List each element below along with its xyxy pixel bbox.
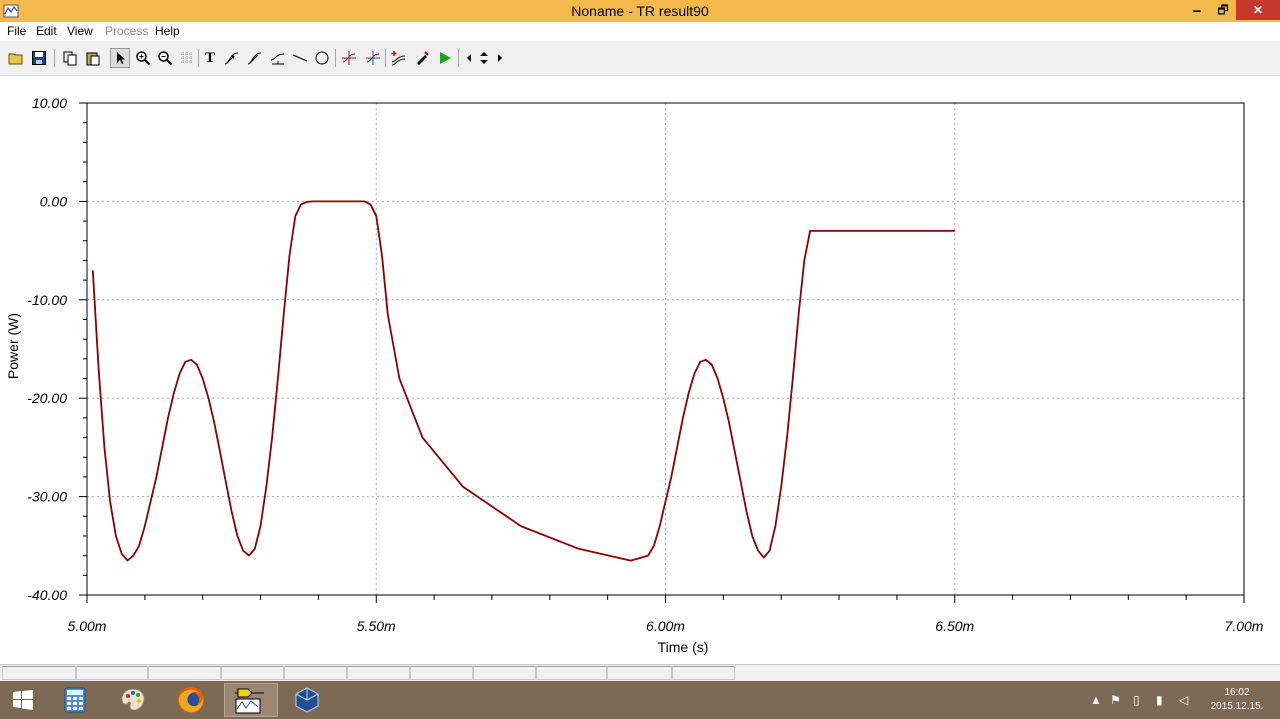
add-curve-icon[interactable] (389, 48, 409, 68)
arrow-left-icon[interactable] (462, 48, 476, 68)
x-tick-label: 7.00m (1225, 618, 1264, 634)
chart-series (91, 200, 955, 562)
menu-process[interactable]: Process (105, 24, 148, 38)
x-axis-ticks: 5.00m 5.50m 6.00m 6.50m 7.00m (68, 595, 1264, 634)
toolbar: T (0, 41, 1280, 76)
close-button[interactable]: ✕ (1236, 0, 1280, 20)
y-axis-ticks: 10.00 0.00 -10.00 -20.00 -30.00 -40.00 (27, 95, 87, 603)
action-center-flag-icon[interactable]: ⚑ (1110, 693, 1121, 707)
y-axis-label: Power (W) (5, 313, 21, 379)
power-chart[interactable]: 5.00m 5.50m 6.00m 6.50m 7.00m 10.00 0.00 -10.0… (0, 76, 1280, 664)
grid-icon[interactable] (177, 48, 197, 68)
line-icon[interactable] (290, 48, 310, 68)
status-cell (221, 666, 284, 680)
y-tick-label: 0.00 (40, 193, 67, 209)
curve-label-icon[interactable] (222, 48, 242, 68)
x-axis-label: Time (s) (658, 639, 709, 655)
y-tick-label: -40.00 (27, 587, 67, 603)
status-cell (473, 666, 536, 680)
menu-bar: File Edit View Process Help (0, 22, 1280, 41)
title-bar: Noname - TR result90 🗕 🗗 ✕ (0, 0, 1280, 22)
window-title: Noname - TR result90 (571, 3, 709, 19)
toolbar-separator (458, 49, 459, 67)
status-cell (2, 666, 76, 680)
open-icon[interactable] (6, 48, 26, 68)
start-button[interactable] (0, 683, 46, 717)
y-tick-label: -20.00 (27, 390, 67, 406)
clock-date: 2015.12.15. (1210, 701, 1264, 712)
y-tick-label: 10.00 (32, 95, 67, 111)
save-icon[interactable] (29, 48, 49, 68)
taskbar: ▲ ⚑ ▯ ▮ ◁ (0, 681, 1280, 719)
calculator-app[interactable] (48, 683, 102, 717)
power-icon[interactable]: ▯ (1133, 693, 1140, 707)
cursor-a-icon[interactable] (339, 48, 359, 68)
y-tick-label: -10.00 (27, 292, 67, 308)
run-icon[interactable] (435, 48, 455, 68)
status-cell (76, 666, 148, 680)
status-cell (607, 666, 672, 680)
firefox-icon (178, 687, 204, 713)
paste-icon[interactable] (83, 48, 103, 68)
x-tick-label: 5.50m (357, 618, 396, 634)
maximize-button[interactable]: 🗗 (1210, 0, 1236, 20)
power-series-line (91, 200, 955, 562)
virtualbox-icon (295, 687, 319, 713)
menu-view[interactable]: View (67, 24, 93, 38)
arrow-updown-icon[interactable] (476, 48, 492, 68)
copy-icon[interactable] (60, 48, 80, 68)
tina-icon (235, 688, 264, 714)
tina-app[interactable] (224, 683, 278, 717)
zoom-in-icon[interactable] (133, 48, 153, 68)
x-tick-label: 6.00m (646, 618, 685, 634)
windows-logo-icon (13, 690, 33, 710)
clock-time: 16:02 (1224, 687, 1250, 698)
network-signal-icon[interactable]: ▮ (1156, 693, 1163, 707)
tray-expand-icon[interactable]: ▲ (1090, 693, 1102, 707)
paint-app[interactable] (106, 683, 160, 717)
status-cell (347, 666, 410, 680)
toolbar-separator (335, 49, 336, 67)
pen-icon[interactable] (412, 48, 432, 68)
plot-area[interactable]: 5.00m 5.50m 6.00m 6.50m 7.00m 10.00 0.00 -10.0… (0, 76, 1280, 664)
virtualbox-app[interactable] (280, 683, 334, 717)
text-icon[interactable]: T (200, 48, 220, 68)
minimize-button[interactable]: 🗕 (1184, 0, 1210, 20)
calculator-icon (64, 687, 86, 713)
curve-label-2-icon[interactable] (245, 48, 265, 68)
status-bar (0, 664, 1280, 682)
menu-edit[interactable]: Edit (36, 24, 57, 38)
status-cell (536, 666, 607, 680)
toolbar-separator (54, 49, 55, 67)
zoom-out-icon[interactable] (155, 48, 175, 68)
y-tick-label: -30.00 (27, 489, 67, 505)
menu-file[interactable]: File (7, 24, 26, 38)
status-cell (148, 666, 221, 680)
x-tick-label: 5.00m (68, 618, 107, 634)
x-tick-label: 6.50m (935, 618, 974, 634)
menu-help[interactable]: Help (155, 24, 180, 38)
cursor-b-icon[interactable] (363, 48, 383, 68)
status-cell (410, 666, 473, 680)
curve-label-3-icon[interactable] (268, 48, 288, 68)
volume-icon[interactable]: ◁ (1179, 693, 1188, 707)
arrow-right-icon[interactable] (493, 48, 507, 68)
firefox-app[interactable] (164, 683, 218, 717)
toolbar-separator (385, 49, 386, 67)
toolbar-separator (198, 49, 199, 67)
pointer-icon[interactable] (110, 48, 130, 68)
status-cell (672, 666, 735, 680)
circle-icon[interactable] (312, 48, 332, 68)
status-cell (284, 666, 347, 680)
tray-clock[interactable]: 16:02 2015.12.15. (1202, 686, 1272, 714)
paint-palette-icon (121, 688, 145, 711)
text-tool-glyph: T (204, 49, 215, 66)
